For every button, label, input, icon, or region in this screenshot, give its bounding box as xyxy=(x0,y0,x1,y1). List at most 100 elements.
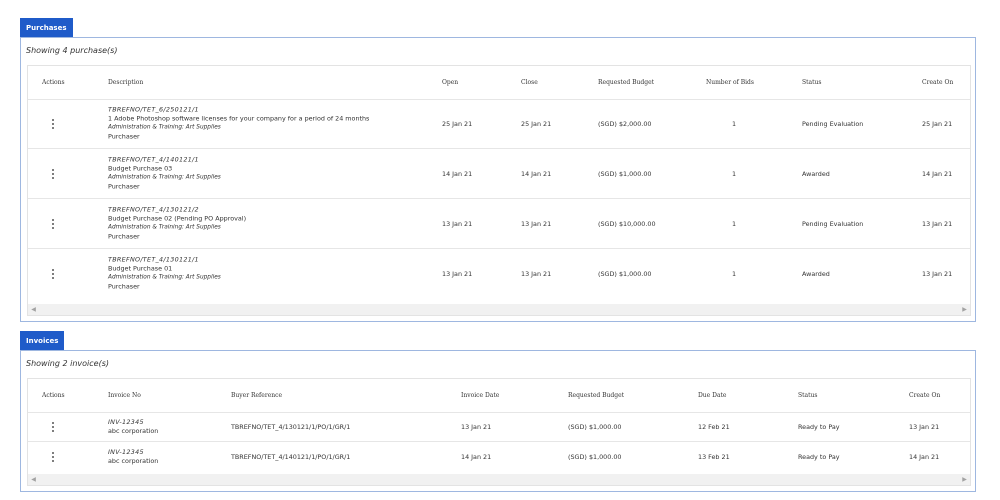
col-header-invoice-no[interactable]: Invoice No xyxy=(108,379,141,412)
chevron-left-icon[interactable]: ◀ xyxy=(28,474,39,485)
col-header-actions: Actions xyxy=(42,392,65,399)
invoice-number[interactable]: INV-12345 xyxy=(108,447,158,456)
purchase-category: Administration & Training: Art Supplies xyxy=(108,124,221,131)
requested-budget: (SGD) $1,000.00 xyxy=(598,169,652,178)
purchase-role: Purchaser xyxy=(108,132,140,141)
table-row: INV-12345 abc corporation TBREFNO/TET_4/… xyxy=(28,412,970,442)
buyer-reference: TBREFNO/TET_4/130121/1/PO/1/GR/1 xyxy=(231,422,351,431)
col-header-invoice-date[interactable]: Invoice Date xyxy=(461,379,499,412)
chevron-left-icon[interactable]: ◀ xyxy=(28,304,39,315)
requested-budget: (SGD) $1,000.00 xyxy=(568,422,622,431)
purchases-horizontal-scrollbar[interactable]: ◀ ▶ xyxy=(28,304,970,315)
col-header-status[interactable]: Status xyxy=(798,379,817,412)
purchases-panel: Showing 4 purchase(s) Actions Descriptio… xyxy=(20,37,976,322)
close-date: 13 Jan 21 xyxy=(521,219,552,228)
invoice-date: 14 Jan 21 xyxy=(461,452,492,461)
purchase-title: Budget Purchase 03 xyxy=(108,164,173,173)
purchase-role: Purchaser xyxy=(108,232,140,241)
purchase-role: Purchaser xyxy=(108,282,140,291)
purchase-category: Administration & Training: Art Supplies xyxy=(108,274,221,281)
invoice-date: 13 Jan 21 xyxy=(461,422,492,431)
status-text: Ready to Pay xyxy=(798,422,840,431)
col-header-number-of-bids[interactable]: Number of Bids xyxy=(706,66,754,99)
purchases-table-header: Actions Description Open Close Requested… xyxy=(28,66,970,100)
col-header-close[interactable]: Close xyxy=(521,66,538,99)
col-header-open[interactable]: Open xyxy=(442,66,458,99)
col-header-create-on[interactable]: Create On xyxy=(909,379,940,412)
status-text: Awarded xyxy=(802,169,830,178)
open-date: 13 Jan 21 xyxy=(442,219,473,228)
kebab-menu-icon[interactable] xyxy=(50,218,56,230)
close-date: 13 Jan 21 xyxy=(521,269,552,278)
col-header-requested-budget[interactable]: Requested Budget xyxy=(568,379,624,412)
create-on-date: 25 Jan 21 xyxy=(922,119,953,128)
col-header-create-on[interactable]: Create On xyxy=(922,66,953,99)
kebab-menu-icon[interactable] xyxy=(50,421,56,433)
purchase-reference[interactable]: TBREFNO/TET_4/130121/2 xyxy=(108,205,246,214)
requested-budget: (SGD) $1,000.00 xyxy=(598,269,652,278)
open-date: 13 Jan 21 xyxy=(442,269,473,278)
close-date: 14 Jan 21 xyxy=(521,169,552,178)
status-text: Awarded xyxy=(802,269,830,278)
chevron-right-icon[interactable]: ▶ xyxy=(959,304,970,315)
purchase-reference[interactable]: TBREFNO/TET_4/130121/1 xyxy=(108,255,221,264)
kebab-menu-icon[interactable] xyxy=(50,118,56,130)
invoice-no-cell: INV-12345 abc corporation xyxy=(108,447,158,465)
purchases-table: Actions Description Open Close Requested… xyxy=(27,65,971,316)
invoices-table-header: Actions Invoice No Buyer Reference Invoi… xyxy=(28,379,970,413)
number-of-bids: 1 xyxy=(732,219,737,228)
table-row: TBREFNO/TET_4/140121/1 Budget Purchase 0… xyxy=(28,149,970,199)
invoices-count-text: Showing 2 invoice(s) xyxy=(26,359,110,368)
purchase-reference[interactable]: TBREFNO/TET_4/140121/1 xyxy=(108,155,221,164)
buyer-reference: TBREFNO/TET_4/140121/1/PO/1/GR/1 xyxy=(231,452,351,461)
purchase-category: Administration & Training: Art Supplies xyxy=(108,174,221,181)
purchase-category: Administration & Training: Art Supplies xyxy=(108,224,221,231)
create-on-date: 13 Jan 21 xyxy=(922,219,953,228)
invoices-horizontal-scrollbar[interactable]: ◀ ▶ xyxy=(28,474,970,485)
col-header-status[interactable]: Status xyxy=(802,66,821,99)
description-cell: TBREFNO/TET_6/250121/1 1 Adobe Photoshop… xyxy=(108,105,369,142)
table-row: TBREFNO/TET_6/250121/1 1 Adobe Photoshop… xyxy=(28,99,970,149)
description-cell: TBREFNO/TET_4/130121/2 Budget Purchase 0… xyxy=(108,205,246,242)
col-header-buyer-reference[interactable]: Buyer Reference xyxy=(231,379,282,412)
purchase-reference[interactable]: TBREFNO/TET_6/250121/1 xyxy=(108,105,369,114)
status-text: Pending Evaluation xyxy=(802,119,864,128)
description-cell: TBREFNO/TET_4/140121/1 Budget Purchase 0… xyxy=(108,155,221,192)
table-row: TBREFNO/TET_4/130121/1 Budget Purchase 0… xyxy=(28,249,970,298)
invoices-tab[interactable]: Invoices xyxy=(20,331,65,350)
requested-budget: (SGD) $2,000.00 xyxy=(598,119,652,128)
invoices-panel: Showing 2 invoice(s) Actions Invoice No … xyxy=(20,350,976,492)
close-date: 25 Jan 21 xyxy=(521,119,552,128)
open-date: 25 Jan 21 xyxy=(442,119,473,128)
create-on-date: 14 Jan 21 xyxy=(909,452,940,461)
purchase-title: 1 Adobe Photoshop software licenses for … xyxy=(108,114,370,123)
create-on-date: 13 Jan 21 xyxy=(909,422,940,431)
due-date: 12 Feb 21 xyxy=(698,422,730,431)
invoice-number[interactable]: INV-12345 xyxy=(108,417,158,426)
invoice-company: abc corporation xyxy=(108,426,159,435)
invoices-table: Actions Invoice No Buyer Reference Invoi… xyxy=(27,378,971,486)
col-header-description[interactable]: Description xyxy=(108,66,143,99)
invoice-company: abc corporation xyxy=(108,456,159,465)
create-on-date: 13 Jan 21 xyxy=(922,269,953,278)
kebab-menu-icon[interactable] xyxy=(50,268,56,280)
due-date: 13 Feb 21 xyxy=(698,452,730,461)
invoice-no-cell: INV-12345 abc corporation xyxy=(108,417,158,435)
requested-budget: (SGD) $1,000.00 xyxy=(568,452,622,461)
number-of-bids: 1 xyxy=(732,169,737,178)
create-on-date: 14 Jan 21 xyxy=(922,169,953,178)
chevron-right-icon[interactable]: ▶ xyxy=(959,474,970,485)
purchase-role: Purchaser xyxy=(108,182,140,191)
status-text: Pending Evaluation xyxy=(802,219,864,228)
col-header-actions: Actions xyxy=(42,79,65,86)
status-text: Ready to Pay xyxy=(798,452,840,461)
kebab-menu-icon[interactable] xyxy=(50,451,56,463)
col-header-requested-budget[interactable]: Requested Budget xyxy=(598,66,654,99)
purchases-count-text: Showing 4 purchase(s) xyxy=(26,46,118,55)
kebab-menu-icon[interactable] xyxy=(50,168,56,180)
col-header-due-date[interactable]: Due Date xyxy=(698,379,726,412)
requested-budget: (SGD) $10,000.00 xyxy=(598,219,656,228)
purchases-tab[interactable]: Purchases xyxy=(20,18,73,37)
purchase-title: Budget Purchase 02 (Pending PO Approval) xyxy=(108,214,247,223)
number-of-bids: 1 xyxy=(732,119,737,128)
